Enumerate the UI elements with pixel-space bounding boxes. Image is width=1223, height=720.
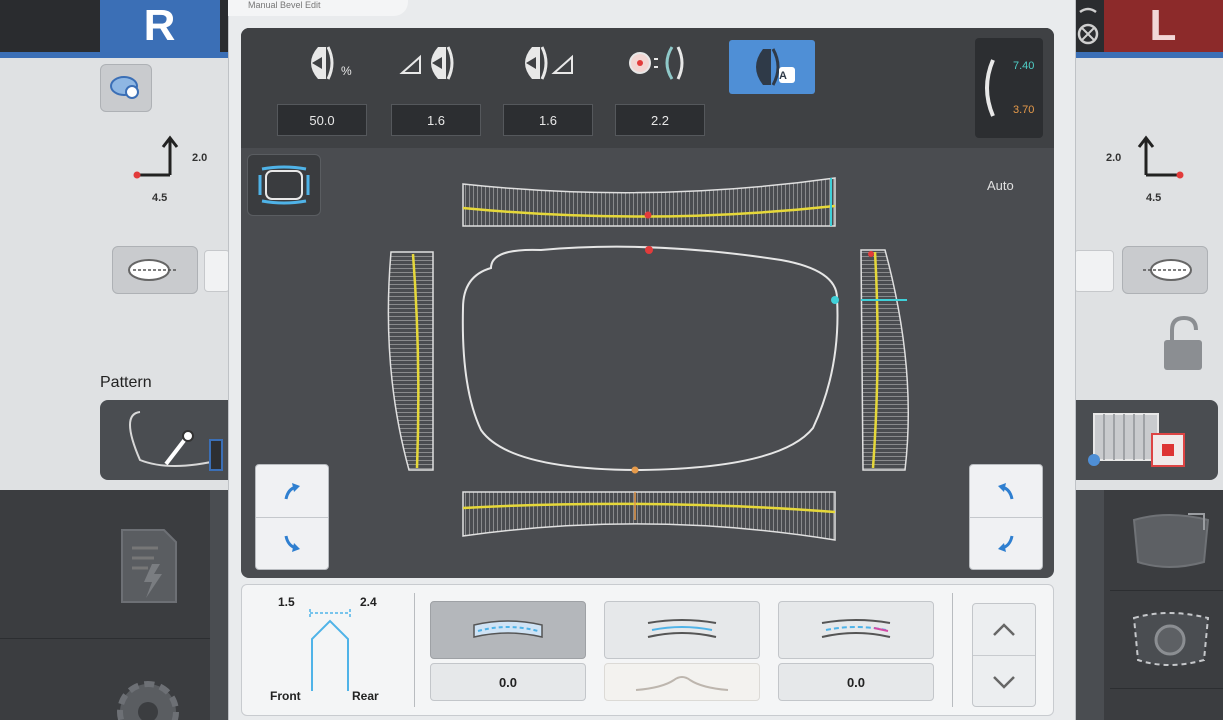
options-divider-left [414,593,415,707]
dialog-tab: Manual Bevel Edit [228,0,408,16]
job-document-icon[interactable] [118,526,180,606]
scroll-down-button[interactable] [973,655,1035,706]
bevel-canvas-panel: % 50.0 1.6 1.6 2.2 A 7.40 3.70 Auto [241,28,1054,578]
bevel-options-panel: 1.5 2.4 Front Rear 0.0 0.0 [241,584,1054,716]
bevel-straight-icon [473,620,543,638]
bevel-preview-icon [1143,259,1192,281]
tool-rear-offset[interactable] [511,40,581,86]
sync-icon[interactable] [1074,4,1104,48]
pattern-label: Pattern [100,374,152,391]
rotate-left-control [255,464,329,570]
bevel-option-3-value[interactable]: 0.0 [778,663,934,701]
bevel-custom-icon [821,619,891,638]
tool-curve[interactable] [621,40,691,86]
rotate-right-up-button[interactable] [970,465,1042,517]
right-eye-badge[interactable]: R [100,0,220,52]
left-offset-axis-icon [133,135,179,179]
right-offset-axis-icon [1137,135,1184,179]
scroll-control [972,603,1036,707]
bevel-option-2-button[interactable] [604,601,760,659]
curve-rear-value: 3.70 [1013,104,1035,116]
left-offset-vertical: 2.0 [192,152,208,164]
lens-curve-icon [985,59,995,117]
bevel-option-2-value [604,663,760,701]
bevel-option-3-button[interactable] [778,601,934,659]
left-offset-horizontal: 4.5 [152,192,168,204]
pattern-trace-icon [129,411,223,471]
tool-front-offset[interactable] [391,40,461,86]
curve-value[interactable]: 2.2 [615,104,705,136]
left-eye-label: L [1149,1,1178,50]
lens-edge-icon[interactable] [1128,508,1214,574]
right-divider-2 [1110,688,1223,689]
left-eye-badge[interactable]: L [1104,0,1223,52]
rotate-right-down-button[interactable] [970,517,1042,569]
scroll-up-button[interactable] [973,604,1035,655]
bevel-curve-icon [629,46,684,80]
options-divider-right [952,593,953,707]
bevel-front-offset-icon [399,46,454,80]
bevel-toolbar: % 50.0 1.6 1.6 2.2 A 7.40 3.70 [241,28,1054,148]
bevel-right-value: 2.4 [360,595,377,609]
auto-badge-letter: A [779,70,787,82]
left-divider [0,638,210,639]
left-bevel-preview-button[interactable] [112,246,198,294]
rear-offset-value[interactable]: 1.6 [503,104,593,136]
right-eye-label: R [143,1,177,50]
bevel-curve-follow-icon [647,619,717,638]
bevel-rear-offset-icon [525,46,573,80]
left-lens-view-button[interactable] [100,64,152,112]
curved-arrow-down-icon [284,535,300,552]
right-offset-vertical: 2.0 [1106,152,1122,164]
right-scroll-gutter [1074,490,1104,720]
curved-arrow-up-icon [998,483,1014,500]
blocking-chuck-icon [1088,413,1185,467]
bevel-percent-value[interactable]: 50.0 [277,104,367,136]
tool-suffix-percent: % [341,64,352,78]
right-offset-horizontal: 4.5 [1146,192,1162,204]
bevel-auto-icon [756,48,795,86]
rotate-left-down-button[interactable] [256,517,328,569]
right-field-stub [1074,250,1114,292]
unlock-icon[interactable] [1160,314,1206,374]
curve-front-value: 7.40 [1013,60,1035,72]
curved-arrow-up-icon [284,483,300,500]
bevel-preview-icon [128,259,177,281]
rear-label: Rear [352,689,379,703]
chevron-down-icon [993,675,1015,689]
right-divider-1 [1110,590,1223,591]
right-bevel-preview-button[interactable] [1122,246,1208,294]
curve-readout: 7.40 3.70 [975,38,1043,138]
bevel-option-1-value[interactable]: 0.0 [430,663,586,701]
bevel-left-value: 1.5 [278,595,295,609]
bevel-profile-icon [309,609,351,691]
lens-view-icon [110,76,139,99]
tool-auto-bevel[interactable]: A [729,40,815,94]
bevel-diagram [387,177,910,541]
dialog-tab-label: Manual Bevel Edit [248,0,321,10]
tool-bevel-percent[interactable]: % [289,40,359,86]
settings-gear-icon[interactable] [108,672,188,720]
blocking-button[interactable] [1074,400,1218,480]
chevron-up-icon [993,622,1015,636]
lens-outline-icon[interactable] [1128,606,1214,672]
rotate-right-control [969,464,1043,570]
rotate-left-up-button[interactable] [256,465,328,517]
bevel-shape-preview-icon [635,676,729,691]
left-field-stub [204,250,230,292]
curved-arrow-down-icon [998,535,1014,552]
pattern-button[interactable] [100,400,228,480]
front-label: Front [270,689,301,703]
bevel-option-1-button[interactable] [430,601,586,659]
left-scroll-gutter [210,490,228,720]
front-offset-value[interactable]: 1.6 [391,104,481,136]
